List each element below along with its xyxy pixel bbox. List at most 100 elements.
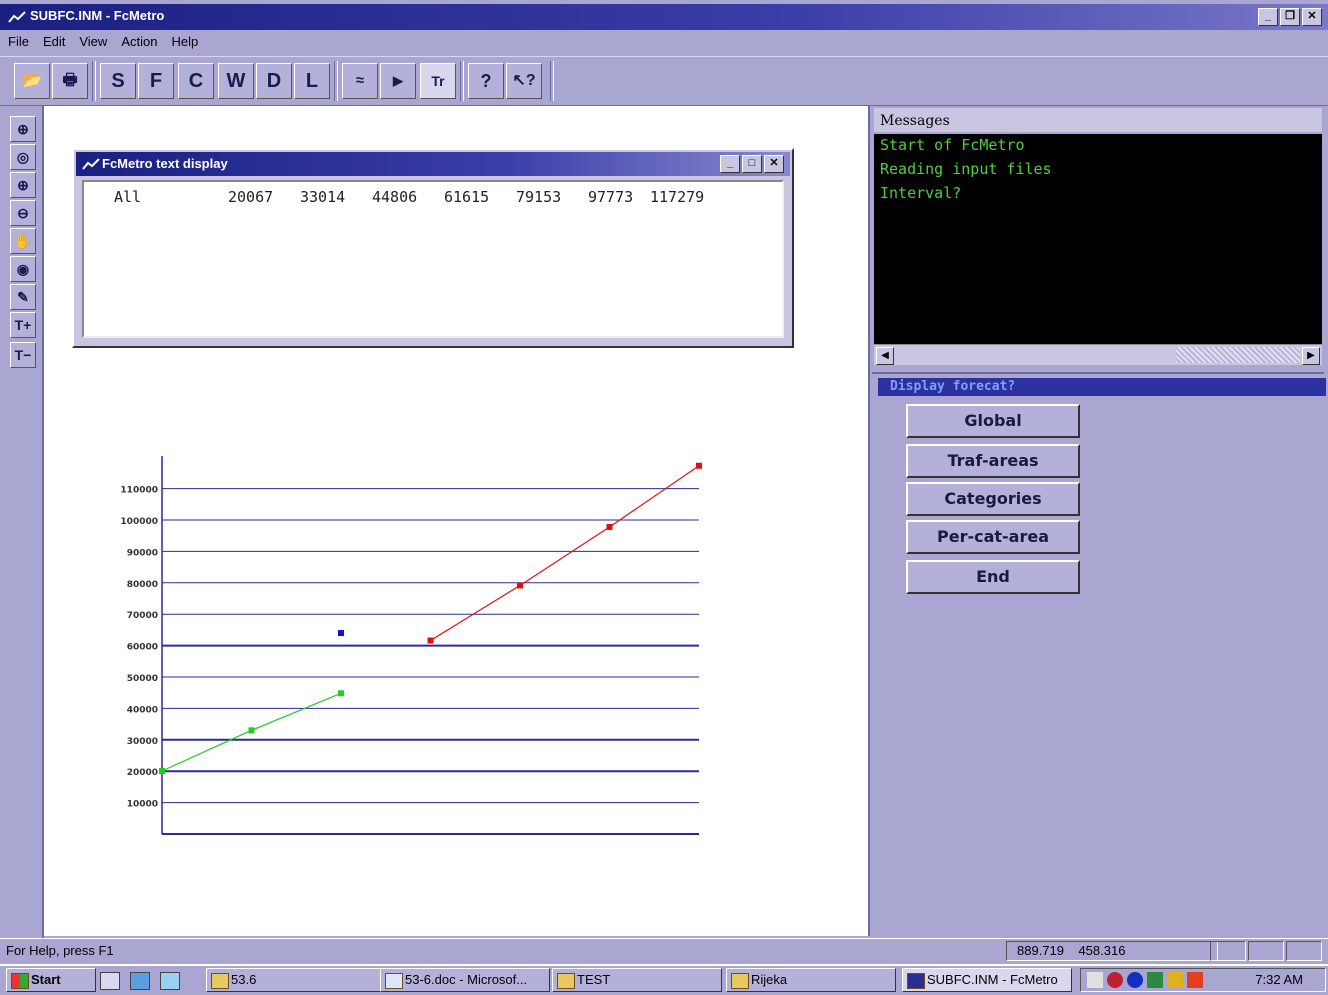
system-tray: 7:32 AM — [1080, 968, 1326, 992]
tool-l-button[interactable]: L — [294, 63, 330, 99]
forward-icon[interactable]: ▶ — [380, 63, 416, 99]
task-rijeka[interactable]: Rijeka — [726, 968, 896, 992]
text-display-window[interactable]: FcMetro text display _ □ ✕ All 20067 330… — [72, 148, 794, 348]
channels-icon[interactable] — [160, 972, 180, 990]
pan-icon[interactable]: ✋ — [10, 228, 36, 254]
antivirus-icon[interactable] — [1187, 972, 1203, 988]
scroll-left-icon[interactable]: ◀ — [876, 347, 894, 365]
row-value: 44806 — [372, 188, 418, 206]
restore-button[interactable]: ❐ — [1280, 8, 1300, 26]
messages-panel: Messages Start of FcMetro Reading input … — [872, 106, 1324, 368]
coord-x: 889.719 — [1017, 943, 1064, 958]
status-pane — [1286, 941, 1322, 961]
open-icon[interactable]: 📂 — [14, 63, 50, 99]
menu-action[interactable]: Action — [113, 30, 163, 49]
messages-scrollbar[interactable]: ◀ ▶ — [874, 344, 1322, 365]
row-label: All — [114, 188, 142, 206]
messages-console: Start of FcMetro Reading input files Int… — [874, 134, 1322, 344]
scroll-right-icon[interactable]: ▶ — [1302, 347, 1320, 365]
menu-bar: File Edit View Action Help — [0, 30, 1328, 54]
help-hint: For Help, press F1 — [6, 943, 114, 958]
network-icon[interactable] — [1107, 972, 1123, 988]
desktop-icon[interactable] — [100, 972, 120, 990]
browser-icon[interactable] — [130, 972, 150, 990]
task-label: TEST — [577, 972, 611, 987]
close-button[interactable]: ✕ — [764, 155, 784, 173]
menu-help[interactable]: Help — [163, 30, 204, 49]
display-icon[interactable] — [1167, 972, 1183, 988]
tool-f-button[interactable]: F — [138, 63, 174, 99]
task-word-doc[interactable]: 53-6.doc - Microsof... — [380, 968, 550, 992]
task-label: SUBFC.INM - FcMetro — [927, 972, 1058, 987]
start-button[interactable]: Start — [6, 968, 96, 992]
folder-icon — [731, 973, 749, 989]
y-tick-label: 60000 — [127, 643, 158, 653]
coord-y: 458.316 — [1078, 943, 1126, 958]
start-label: Start — [31, 972, 61, 987]
global-button[interactable]: Global — [906, 404, 1080, 438]
tool-s-button[interactable]: S — [100, 63, 136, 99]
text-display-titlebar: FcMetro text display _ □ ✕ — [76, 152, 790, 176]
data-point — [696, 462, 702, 469]
help-icon[interactable]: ? — [468, 63, 504, 99]
pencil-icon[interactable]: ✎ — [10, 284, 36, 310]
y-tick-label: 50000 — [127, 674, 158, 684]
text-smaller-icon[interactable]: T− — [10, 342, 36, 368]
task-test[interactable]: TEST — [552, 968, 722, 992]
volume-icon[interactable] — [1087, 972, 1103, 988]
row-value: 33014 — [300, 188, 346, 206]
scroll-thumb[interactable] — [1176, 347, 1300, 363]
y-tick-label: 20000 — [127, 768, 158, 778]
text-larger-icon[interactable]: T+ — [10, 312, 36, 338]
chart-tool-icon[interactable]: ≈ — [342, 63, 378, 99]
task-53-6[interactable]: 53.6 — [206, 968, 392, 992]
minimize-button[interactable]: _ — [720, 155, 740, 173]
app-icon — [82, 158, 100, 170]
traf-areas-button[interactable]: Traf-areas — [906, 444, 1080, 478]
data-point — [517, 582, 523, 589]
scheduler-icon[interactable] — [1127, 972, 1143, 988]
folder-icon — [557, 973, 575, 989]
forecast-panel: Display forecat? Global Traf-areas Categ… — [872, 372, 1326, 938]
menu-view[interactable]: View — [71, 30, 113, 49]
printer-icon[interactable] — [1147, 972, 1163, 988]
y-tick-label: 40000 — [127, 705, 158, 715]
text-display-title: FcMetro text display — [102, 156, 228, 171]
menu-file[interactable]: File — [0, 30, 35, 49]
clock: 7:32 AM — [1255, 972, 1303, 987]
y-tick-label: 90000 — [127, 548, 158, 558]
per-cat-area-button[interactable]: Per-cat-area — [906, 520, 1080, 554]
minimize-button[interactable]: _ — [1258, 8, 1278, 26]
data-point — [338, 690, 344, 697]
zoom-toolstrip: ⊕ ◎ ⊕ ⊖ ✋ ◉ ✎ T+ T− — [0, 106, 44, 938]
zoom-reset-icon[interactable]: ◉ — [10, 256, 36, 282]
context-help-icon[interactable]: ↖? — [506, 63, 542, 99]
categories-button[interactable]: Categories — [906, 482, 1080, 516]
task-label: 53.6 — [231, 972, 257, 987]
zoom-out-icon[interactable]: ⊖ — [10, 200, 36, 226]
maximize-button[interactable]: □ — [742, 155, 762, 173]
task-fcmetro[interactable]: SUBFC.INM - FcMetro — [902, 968, 1072, 992]
text-display-body: All 20067 33014 44806 61615 79153 97773 … — [82, 180, 784, 338]
row-value: 117279 — [650, 188, 705, 206]
windows-logo-icon — [11, 973, 29, 989]
tool-w-button[interactable]: W — [218, 63, 254, 99]
zoom-plus-icon[interactable]: ⊕ — [10, 172, 36, 198]
tool-d-button[interactable]: D — [256, 63, 292, 99]
close-button[interactable]: ✕ — [1302, 8, 1322, 26]
y-tick-label: 10000 — [127, 800, 158, 810]
end-button[interactable]: End — [906, 560, 1080, 594]
y-tick-label: 80000 — [127, 580, 158, 590]
y-tick-label: 30000 — [127, 737, 158, 747]
text-tool-icon[interactable]: Tr — [420, 63, 456, 99]
print-icon[interactable]: 🖶 — [52, 63, 88, 99]
folder-icon — [211, 973, 229, 989]
word-doc-icon — [385, 973, 403, 989]
zoom-in-icon[interactable]: ⊕ — [10, 116, 36, 142]
row-value: 61615 — [444, 188, 490, 206]
tool-c-button[interactable]: C — [178, 63, 214, 99]
zoom-window-icon[interactable]: ◎ — [10, 144, 36, 170]
menu-edit[interactable]: Edit — [35, 30, 71, 49]
status-pane — [1248, 941, 1284, 961]
window-title: SUBFC.INM - FcMetro — [30, 8, 165, 23]
